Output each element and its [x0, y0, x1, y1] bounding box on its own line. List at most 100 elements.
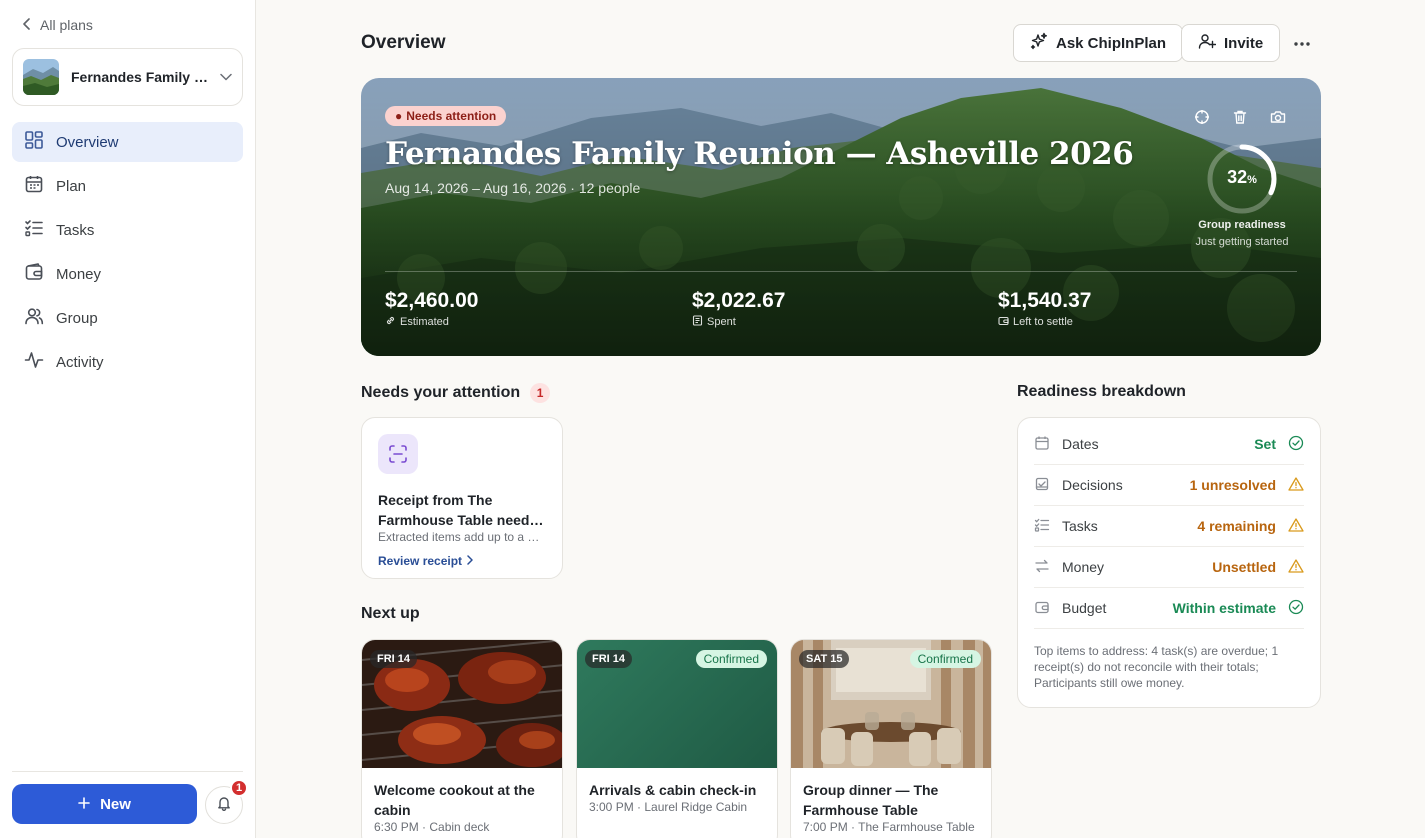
- readiness-row-label: Money: [1062, 559, 1105, 575]
- delete-button[interactable]: [1231, 108, 1249, 126]
- sidebar-item-group[interactable]: Group: [12, 298, 243, 338]
- event-status-badge: Confirmed: [909, 650, 981, 668]
- sidebar-item-overview[interactable]: Overview: [12, 122, 243, 162]
- event-date-badge: SAT 15: [799, 650, 850, 668]
- ask-chipinplan-button[interactable]: Ask ChipInPlan: [1013, 24, 1184, 62]
- readiness-value: 32: [1227, 167, 1248, 187]
- all-plans-link[interactable]: All plans: [22, 17, 93, 33]
- event-title: Welcome cookout at the cabin: [374, 782, 535, 818]
- readiness-row-money[interactable]: Money Unsettled: [1034, 547, 1304, 588]
- next-up-card[interactable]: SAT 15 Confirmed Group dinner — The Farm…: [790, 639, 992, 838]
- plan-hero: ● Needs attention Fernandes Family Reuni…: [361, 78, 1321, 356]
- readiness-row-decisions[interactable]: Decisions 1 unresolved: [1034, 465, 1304, 506]
- review-receipt-link[interactable]: Review receipt: [378, 554, 546, 568]
- more-horizontal-icon: [1293, 34, 1311, 52]
- notifications-button[interactable]: 1: [205, 779, 248, 824]
- more-options-button[interactable]: [1288, 30, 1316, 56]
- sidebar-item-label: Money: [56, 265, 102, 283]
- readiness-card: Dates Set Decisions 1 unresolved Tasks 4…: [1017, 417, 1321, 708]
- stat-left-to-settle: $1,540.37 Left to settle: [998, 289, 1091, 329]
- sidebar-item-tasks[interactable]: Tasks: [12, 210, 243, 250]
- transfer-icon: [1034, 558, 1050, 577]
- event-meta: 6:30 PM · Cabin deck: [374, 820, 490, 834]
- next-up-heading-label: Next up: [361, 605, 420, 622]
- ballot-icon: [1034, 476, 1050, 495]
- new-button-label: New: [100, 795, 131, 813]
- sidebar-item-plan[interactable]: Plan: [12, 166, 243, 206]
- hero-divider: [385, 271, 1297, 272]
- add-user-icon: [1198, 32, 1217, 54]
- plus-icon: [78, 796, 90, 813]
- readiness-percent: 32%: [1204, 167, 1280, 188]
- plan-thumbnail: [23, 59, 59, 95]
- chevron-right-icon: [466, 554, 474, 568]
- stat-value: $1,540.37: [998, 289, 1092, 312]
- event-image-placeholder: FRI 14 Confirmed: [577, 640, 777, 768]
- readiness-row-status: Set: [1254, 436, 1276, 452]
- event-meta: 3:00 PM · Laurel Ridge Cabin: [589, 800, 748, 814]
- plan-switcher[interactable]: Fernandes Family Reunion — Asheville 202…: [12, 48, 243, 106]
- sidebar: All plans Fernandes Family Reunion — Ash…: [0, 0, 256, 838]
- readiness-row-status: Unsettled: [1212, 559, 1276, 575]
- people-icon: [24, 306, 44, 330]
- readiness-heading-label: Readiness breakdown: [1017, 383, 1186, 400]
- readiness-heading: Readiness breakdown: [1017, 383, 1186, 401]
- receipt-icon: [692, 315, 703, 329]
- new-button[interactable]: New: [12, 784, 197, 824]
- notification-badge: 1: [230, 779, 248, 797]
- chevron-down-icon: [220, 68, 232, 86]
- invite-label: Invite: [1224, 34, 1264, 52]
- dot-icon: ●: [395, 109, 403, 123]
- event-status-badge: Confirmed: [695, 650, 767, 668]
- wallet-icon: [998, 315, 1009, 329]
- readiness-row-label: Budget: [1062, 600, 1107, 616]
- sidebar-divider: [12, 771, 243, 772]
- sidebar-item-label: Overview: [56, 133, 119, 151]
- bell-icon: [216, 795, 232, 816]
- stat-label-row: Estimated: [385, 315, 478, 329]
- check-circle-icon: [1288, 599, 1304, 618]
- stat-label-row: Spent: [692, 315, 785, 329]
- sidebar-item-label: Plan: [56, 177, 87, 195]
- readiness-unit: %: [1247, 174, 1257, 186]
- stat-label-row: Left to settle: [998, 315, 1091, 329]
- sidebar-item-activity[interactable]: Activity: [12, 342, 243, 382]
- sidebar-item-label: Activity: [56, 353, 104, 371]
- stat-label: Spent: [707, 316, 736, 328]
- sidebar-nav: Overview Plan Tasks Money Group Activity: [12, 122, 243, 386]
- invite-button[interactable]: Invite: [1181, 24, 1281, 62]
- event-date-badge: FRI 14: [585, 650, 633, 668]
- readiness-row-dates[interactable]: Dates Set: [1034, 424, 1304, 465]
- change-photo-button[interactable]: [1269, 108, 1287, 126]
- readiness-sublabel: Just getting started: [1195, 236, 1289, 248]
- warning-icon: [1288, 558, 1304, 577]
- event-body: Welcome cookout at the cabin 6:30 PM · C…: [362, 768, 562, 834]
- stat-label: Estimated: [400, 316, 449, 328]
- plan-dates-people: Aug 14, 2026 – Aug 16, 2026 · 12 people: [385, 180, 641, 196]
- attention-heading: Needs your attention 1: [361, 383, 551, 403]
- plan-title: Fernandes Family Reunion — Asheville 202…: [385, 136, 1134, 172]
- hero-actions: [1193, 108, 1287, 126]
- plan-name: Fernandes Family Reunion — Asheville 202…: [71, 69, 208, 85]
- link-icon: [385, 315, 396, 329]
- camera-icon: [1270, 111, 1286, 123]
- event-title: Arrivals & cabin check-in: [589, 782, 757, 798]
- sidebar-item-label: Group: [56, 309, 98, 327]
- attention-card[interactable]: Receipt from The Farmhouse Table needs r…: [361, 417, 563, 579]
- scan-icon: [378, 434, 418, 474]
- readiness-row-budget[interactable]: Budget Within estimate: [1034, 588, 1304, 629]
- wallet-icon: [24, 262, 44, 286]
- all-plans-label: All plans: [40, 17, 93, 33]
- trash-icon: [1233, 110, 1247, 124]
- calendar-icon: [1034, 435, 1050, 454]
- sidebar-item-money[interactable]: Money: [12, 254, 243, 294]
- readiness-row-status: 1 unresolved: [1189, 477, 1276, 493]
- ask-chipinplan-label: Ask ChipInPlan: [1056, 34, 1167, 52]
- page-title: Overview: [361, 32, 446, 53]
- next-up-card[interactable]: FRI 14 Confirmed Arrivals & cabin check-…: [576, 639, 778, 838]
- readiness-row-tasks[interactable]: Tasks 4 remaining: [1034, 506, 1304, 547]
- next-up-card[interactable]: FRI 14 Welcome cookout at the cabin 6:30…: [361, 639, 563, 838]
- event-image-restaurant: SAT 15 Confirmed: [791, 640, 991, 768]
- crosshair-button[interactable]: [1193, 108, 1211, 126]
- readiness-row-status: 4 remaining: [1197, 518, 1276, 534]
